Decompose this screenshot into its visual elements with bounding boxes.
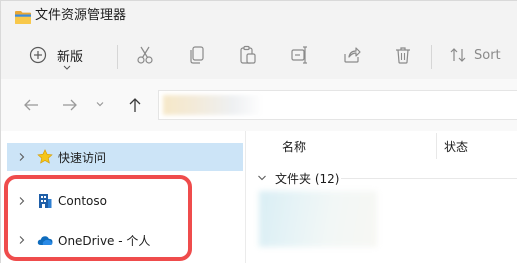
toolbar-separator <box>431 45 432 69</box>
forward-arrow-icon[interactable] <box>62 97 78 113</box>
chevron-down-icon <box>63 64 71 73</box>
up-arrow-icon[interactable] <box>127 97 143 113</box>
recent-locations-chevron-icon[interactable] <box>95 99 105 109</box>
column-header-name[interactable]: 名称 <box>282 138 306 155</box>
new-button[interactable]: 新版 <box>29 42 84 70</box>
address-bar[interactable] <box>158 90 517 120</box>
copy-icon[interactable] <box>187 45 207 65</box>
star-icon <box>37 149 53 164</box>
group-divider <box>341 178 517 179</box>
column-header-status[interactable]: 状态 <box>444 138 468 155</box>
cut-icon[interactable] <box>135 45 155 65</box>
delete-icon[interactable] <box>393 45 413 65</box>
column-header-row: 名称 状态 <box>246 131 517 161</box>
group-header-folders[interactable]: 文件夹 (12) <box>257 169 339 187</box>
group-header-label: 文件夹 (12) <box>275 171 340 186</box>
share-icon[interactable] <box>342 45 362 65</box>
column-separator[interactable] <box>436 133 437 159</box>
title-bar: 文件资源管理器 <box>1 1 517 31</box>
chevron-down-icon[interactable] <box>257 173 267 183</box>
sort-label: Sort <box>474 47 501 63</box>
toolbar-separator <box>117 45 118 69</box>
rename-icon[interactable] <box>290 45 310 65</box>
paste-icon[interactable] <box>238 45 258 65</box>
back-arrow-icon[interactable] <box>23 97 39 113</box>
chevron-right-icon[interactable] <box>17 152 27 162</box>
window-title: 文件资源管理器 <box>35 8 127 23</box>
highlight-annotation <box>4 175 192 261</box>
folder-icon <box>15 9 31 28</box>
address-path-blurred <box>163 95 263 115</box>
sidebar-item-label: 快速访问 <box>58 150 107 165</box>
new-button-label: 新版 <box>57 49 84 65</box>
navigation-bar <box>1 79 517 131</box>
sort-button[interactable]: Sort <box>450 43 501 67</box>
plus-circle-icon <box>29 46 47 64</box>
sidebar-item-quick-access[interactable]: 快速访问 <box>7 143 243 171</box>
command-bar: 新版 Sort <box>1 31 517 79</box>
file-list-blurred <box>259 191 377 247</box>
sort-icon <box>450 48 466 62</box>
file-explorer-window: 文件资源管理器 新版 Sort 快速访问 Contoso OneDrive - … <box>0 0 517 263</box>
